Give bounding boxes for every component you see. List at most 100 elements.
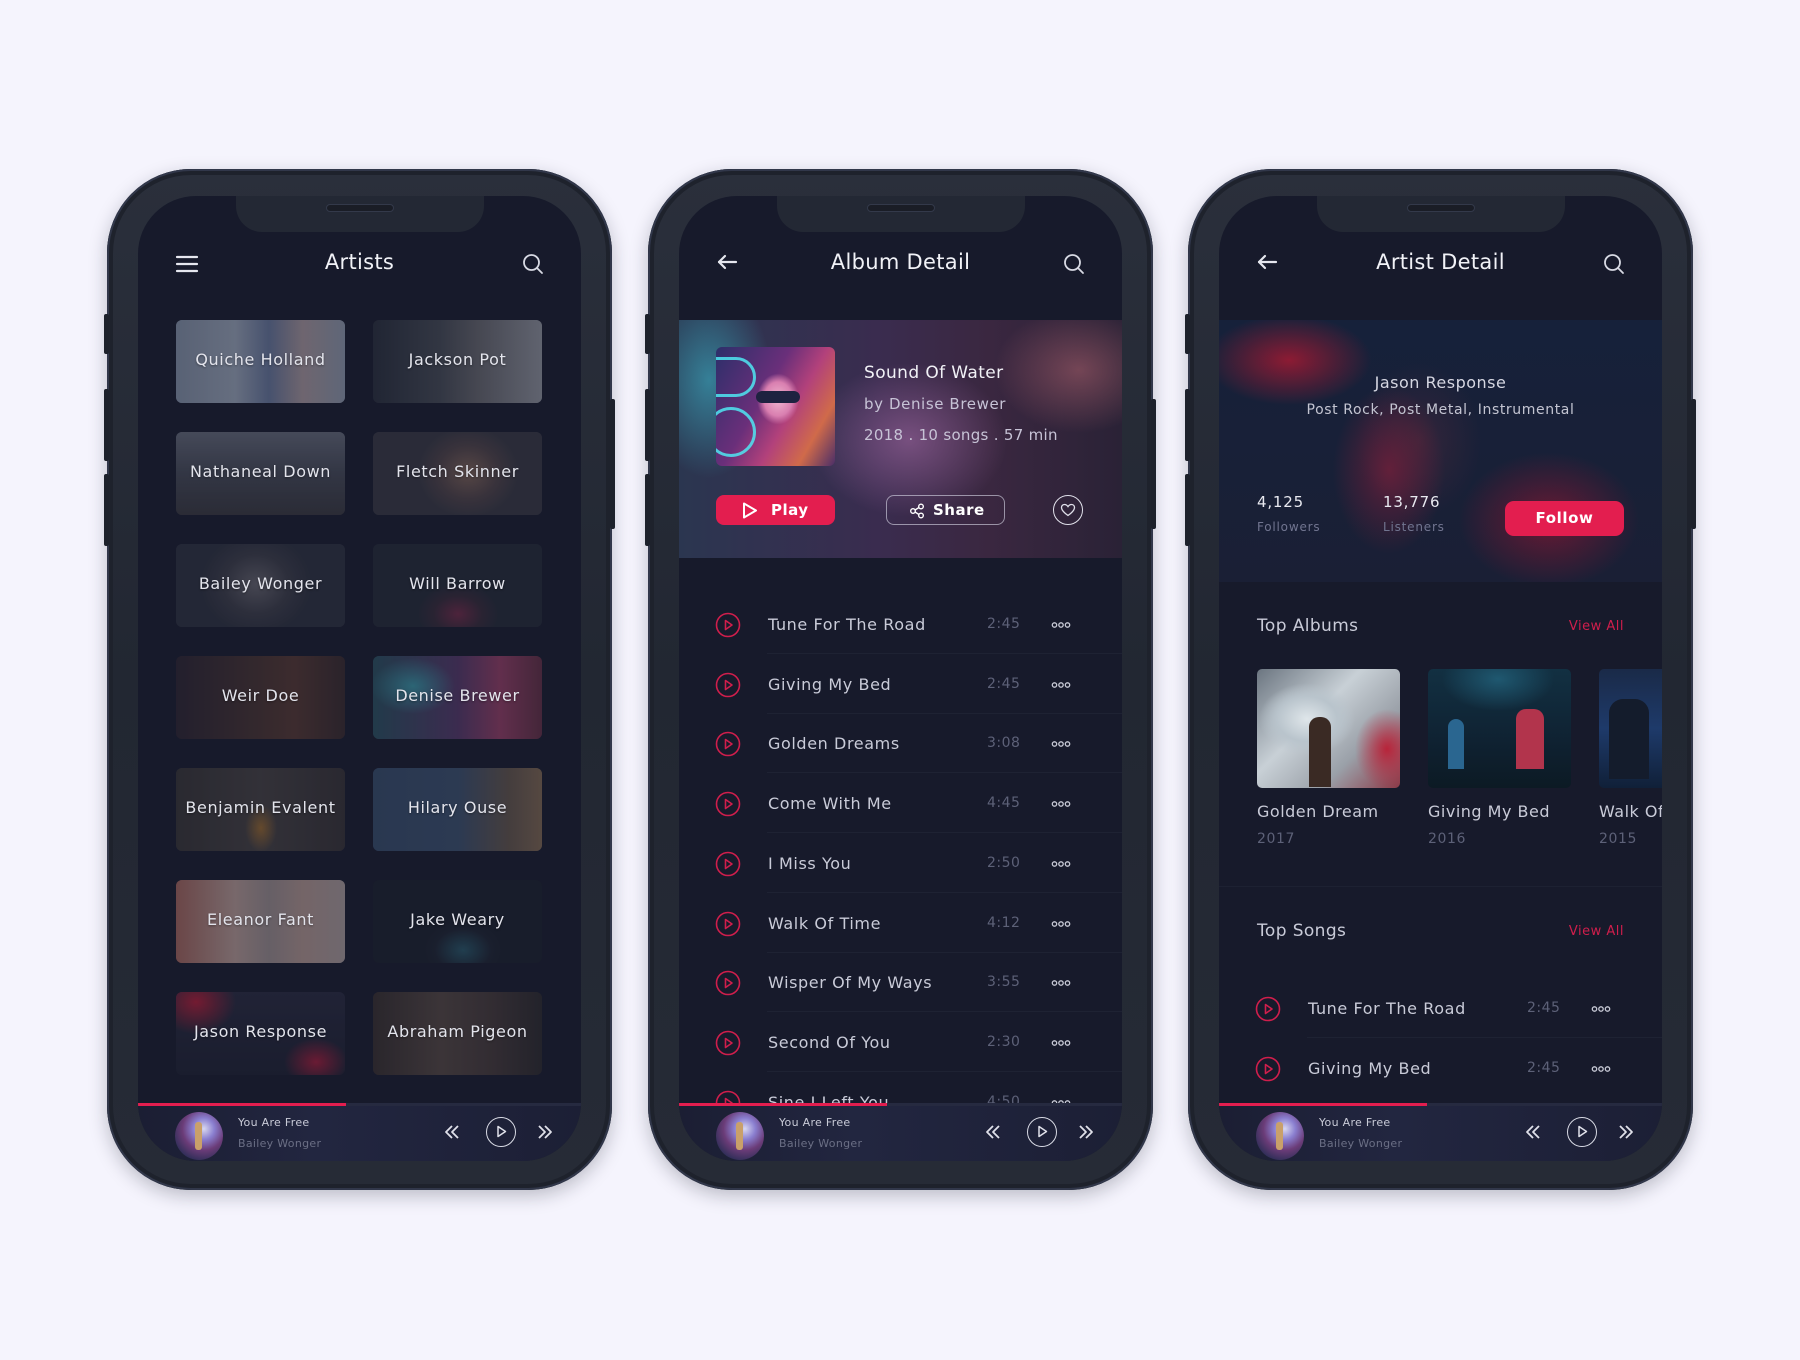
more-options-icon[interactable] bbox=[1051, 800, 1071, 808]
artist-tile[interactable]: Eleanor Fant bbox=[176, 880, 345, 963]
volume-down-button bbox=[1185, 474, 1190, 546]
play-circle-icon[interactable] bbox=[1255, 996, 1281, 1022]
more-options-icon[interactable] bbox=[1051, 740, 1071, 748]
play-button[interactable]: Play bbox=[716, 495, 835, 525]
mini-player[interactable]: You Are Free Bailey Wonger bbox=[679, 1103, 1122, 1161]
play-pause-button[interactable] bbox=[1567, 1117, 1597, 1147]
page-title: Artists bbox=[324, 250, 395, 274]
artist-tile[interactable]: Bailey Wonger bbox=[176, 544, 345, 627]
song-row[interactable]: Tune For The Road 2:45 bbox=[679, 594, 1122, 654]
more-options-icon[interactable] bbox=[1051, 681, 1071, 689]
notch bbox=[236, 196, 484, 232]
album-title: Sound Of Water bbox=[864, 363, 1004, 383]
more-options-icon[interactable] bbox=[1051, 621, 1071, 629]
rewind-icon[interactable] bbox=[1524, 1123, 1542, 1145]
artist-tile[interactable]: Benjamin Evalent bbox=[176, 768, 345, 851]
share-button[interactable]: Share bbox=[886, 495, 1005, 525]
fast-forward-icon[interactable] bbox=[1617, 1123, 1635, 1145]
more-options-icon[interactable] bbox=[1051, 1039, 1071, 1047]
play-circle-icon[interactable] bbox=[1255, 1056, 1281, 1082]
more-options-icon[interactable] bbox=[1051, 979, 1071, 987]
song-duration: 3:55 bbox=[987, 974, 1021, 991]
mute-switch bbox=[1185, 314, 1190, 354]
album-year: 2016 bbox=[1428, 831, 1467, 847]
song-row[interactable]: Wisper Of My Ways 3:55 bbox=[679, 952, 1122, 1013]
listeners-label: Listeners bbox=[1383, 520, 1445, 534]
song-row[interactable]: Tune For The Road 2:45 bbox=[1219, 978, 1662, 1038]
more-options-icon[interactable] bbox=[1051, 860, 1071, 868]
album-card[interactable]: Walk Of Time 2015 bbox=[1599, 669, 1662, 847]
search-icon[interactable] bbox=[521, 252, 545, 276]
now-playing-artist: Bailey Wonger bbox=[238, 1137, 322, 1150]
search-icon[interactable] bbox=[1602, 252, 1626, 276]
artist-tile[interactable]: Jackson Pot bbox=[373, 320, 542, 403]
top-albums-view-all[interactable]: View All bbox=[1569, 619, 1624, 634]
artist-name: Weir Doe bbox=[221, 686, 300, 705]
artist-tile[interactable]: Hilary Ouse bbox=[373, 768, 542, 851]
artist-name: Will Barrow bbox=[409, 574, 506, 593]
song-title: Tune For The Road bbox=[768, 615, 926, 634]
now-playing-song: You Are Free bbox=[1319, 1116, 1391, 1129]
share-label: Share bbox=[933, 501, 985, 519]
album-meta: 2018 . 10 songs . 57 min bbox=[864, 426, 1058, 444]
play-circle-icon[interactable] bbox=[715, 791, 741, 817]
artist-tile[interactable]: Nathaneal Down bbox=[176, 432, 345, 515]
follow-button[interactable]: Follow bbox=[1505, 501, 1624, 536]
artist-tile[interactable]: Quiche Holland bbox=[176, 320, 345, 403]
play-circle-icon[interactable] bbox=[715, 970, 741, 996]
play-circle-icon[interactable] bbox=[715, 612, 741, 638]
speaker bbox=[1407, 204, 1475, 212]
speaker bbox=[326, 204, 394, 212]
progress-track[interactable] bbox=[1219, 1103, 1662, 1106]
fast-forward-icon[interactable] bbox=[536, 1123, 554, 1145]
fast-forward-icon[interactable] bbox=[1077, 1123, 1095, 1145]
song-row[interactable]: Come With Me 4:45 bbox=[679, 773, 1122, 834]
song-row[interactable]: Golden Dreams 3:08 bbox=[679, 713, 1122, 774]
artist-tile[interactable]: Will Barrow bbox=[373, 544, 542, 627]
more-options-icon[interactable] bbox=[1591, 1065, 1611, 1073]
search-icon[interactable] bbox=[1062, 252, 1086, 276]
play-circle-icon[interactable] bbox=[715, 672, 741, 698]
album-artist[interactable]: by Denise Brewer bbox=[864, 395, 1006, 413]
song-row[interactable]: Walk Of Time 4:12 bbox=[679, 893, 1122, 953]
favorite-button[interactable] bbox=[1053, 495, 1083, 525]
mini-player[interactable]: You Are Free Bailey Wonger bbox=[138, 1103, 581, 1161]
song-row[interactable]: I Miss You 2:50 bbox=[679, 833, 1122, 893]
mini-player[interactable]: You Are Free Bailey Wonger bbox=[1219, 1103, 1662, 1161]
album-card[interactable]: Giving My Bed 2016 bbox=[1428, 669, 1571, 847]
album-year: 2017 bbox=[1257, 831, 1296, 847]
artist-name: Eleanor Fant bbox=[207, 910, 314, 929]
progress-track[interactable] bbox=[679, 1103, 1122, 1106]
play-circle-icon[interactable] bbox=[715, 851, 741, 877]
listeners-count: 13,776 bbox=[1383, 493, 1441, 511]
artist-tile[interactable]: Jake Weary bbox=[373, 880, 542, 963]
artist-tile[interactable]: Abraham Pigeon bbox=[373, 992, 542, 1075]
play-pause-button[interactable] bbox=[486, 1117, 516, 1147]
song-row[interactable]: Giving My Bed 2:45 bbox=[679, 654, 1122, 714]
artist-tile[interactable]: Denise Brewer bbox=[373, 656, 542, 739]
more-options-icon[interactable] bbox=[1051, 920, 1071, 928]
song-row[interactable]: Giving My Bed 2:45 bbox=[1219, 1038, 1662, 1098]
artist-hero: Jason Response Post Rock, Post Metal, In… bbox=[1219, 320, 1662, 582]
top-songs-view-all[interactable]: View All bbox=[1569, 924, 1624, 939]
more-options-icon[interactable] bbox=[1591, 1005, 1611, 1013]
song-title: Giving My Bed bbox=[1308, 1058, 1432, 1078]
artist-tile[interactable]: Jason Response bbox=[176, 992, 345, 1075]
play-pause-button[interactable] bbox=[1027, 1117, 1057, 1147]
top-albums-title: Top Albums bbox=[1257, 616, 1359, 636]
play-label: Play bbox=[771, 501, 809, 519]
song-row[interactable]: Second Of You 2:30 bbox=[679, 1012, 1122, 1072]
album-card[interactable]: Golden Dream 2017 bbox=[1257, 669, 1400, 847]
play-circle-icon[interactable] bbox=[715, 731, 741, 757]
play-circle-icon[interactable] bbox=[715, 911, 741, 937]
phone-artists: Artists Quiche Holland Jackson Pot Natha… bbox=[104, 169, 615, 1190]
artist-tile[interactable]: Weir Doe bbox=[176, 656, 345, 739]
rewind-icon[interactable] bbox=[443, 1123, 461, 1145]
progress-track[interactable] bbox=[138, 1103, 581, 1106]
play-circle-icon[interactable] bbox=[715, 1030, 741, 1056]
rewind-icon[interactable] bbox=[984, 1123, 1002, 1145]
notch bbox=[1317, 196, 1565, 232]
album-year: 2015 bbox=[1599, 831, 1638, 847]
artist-tile[interactable]: Fletch Skinner bbox=[373, 432, 542, 515]
song-title: Come With Me bbox=[768, 794, 892, 814]
